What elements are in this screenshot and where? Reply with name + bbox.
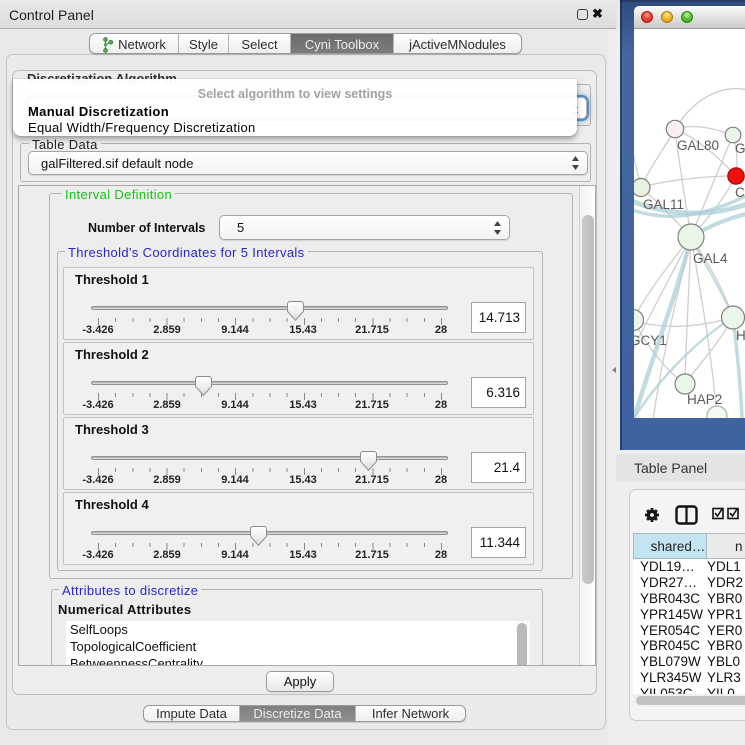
svg-text:GAL80: GAL80: [677, 138, 719, 153]
svg-text:GAL4: GAL4: [693, 251, 728, 266]
svg-text:C: C: [735, 185, 745, 200]
svg-text:H: H: [736, 328, 745, 343]
svg-text:HAP2: HAP2: [687, 392, 722, 407]
svg-text:GAL11: GAL11: [643, 197, 684, 212]
svg-text:G: G: [735, 141, 745, 156]
svg-text:GCY1: GCY1: [634, 333, 667, 348]
